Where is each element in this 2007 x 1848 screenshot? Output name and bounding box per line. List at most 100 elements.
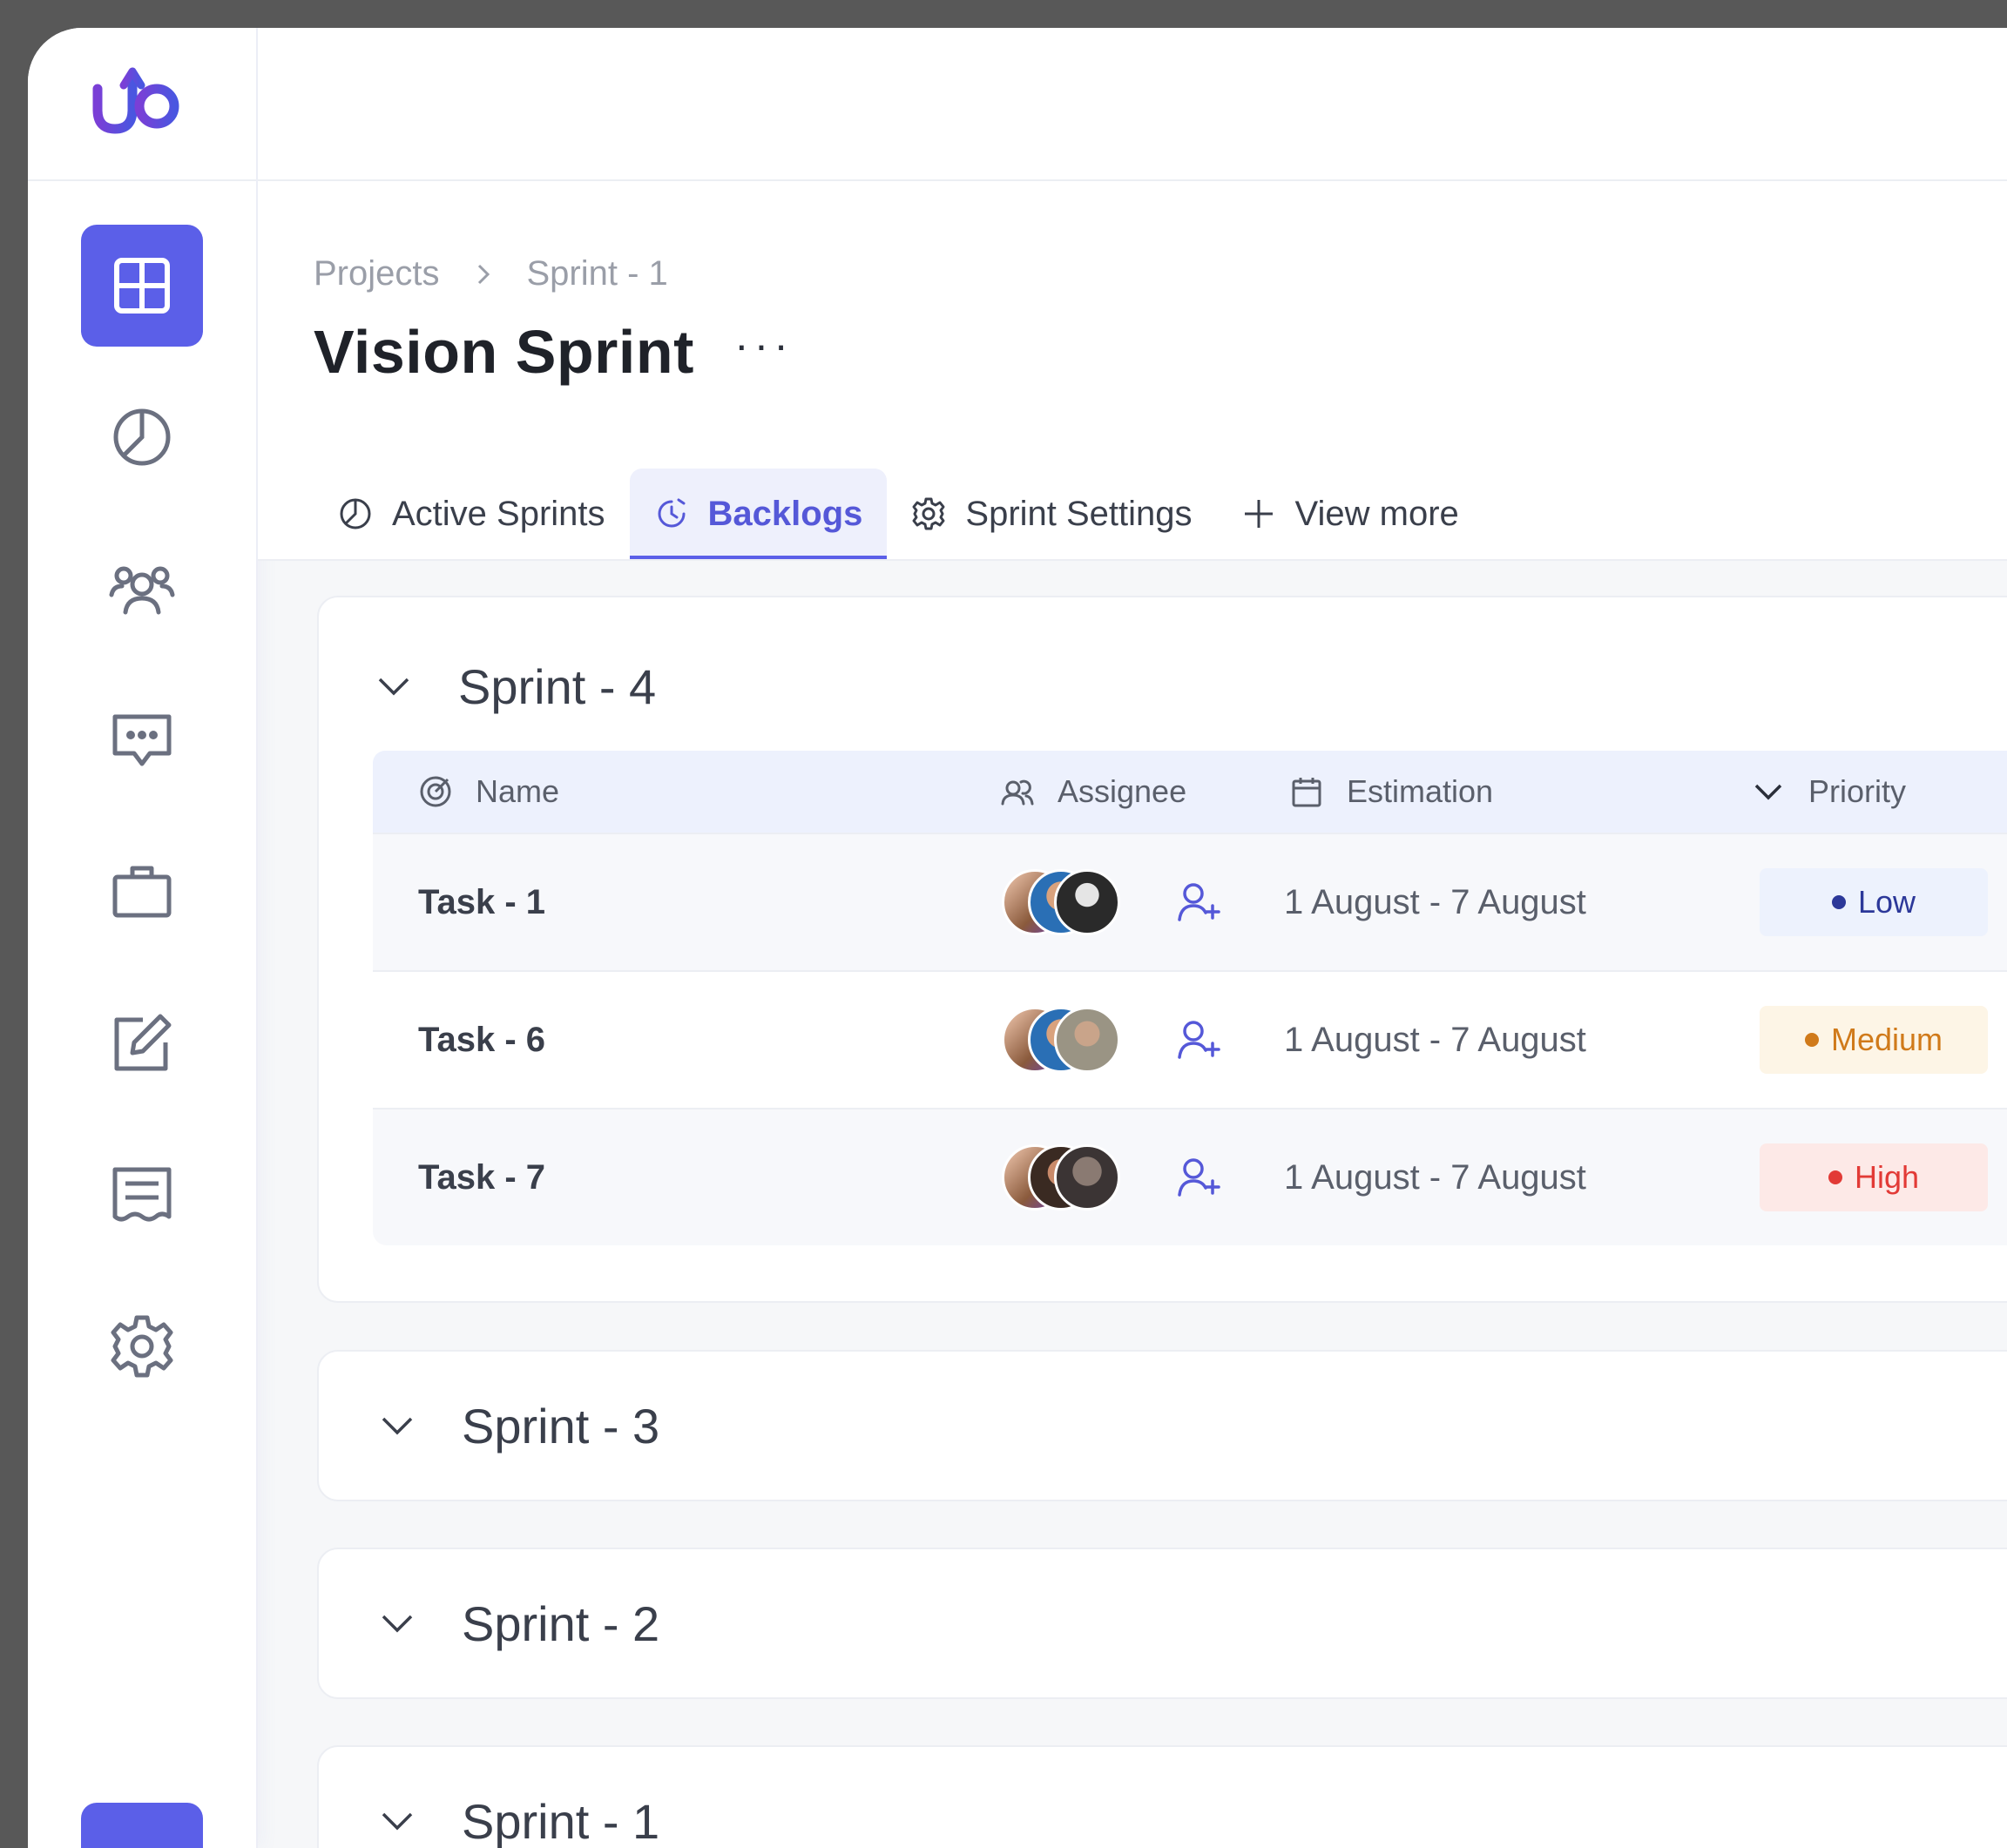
avatar	[1054, 1007, 1120, 1073]
up-logo	[92, 67, 179, 152]
briefcase-icon	[112, 866, 172, 918]
sprint-header[interactable]: Sprint - 2	[380, 1549, 659, 1697]
breadcrumb: Projects Sprint - 1	[314, 254, 668, 293]
sprint-card: Sprint - 3	[317, 1350, 2007, 1501]
users-icon	[109, 566, 175, 615]
column-estimation[interactable]: Estimation	[1289, 751, 1493, 833]
chevron-down-icon	[382, 1812, 413, 1831]
tab-sprint-settings[interactable]: Sprint Settings	[887, 469, 1216, 559]
sprint-header[interactable]: Sprint - 4	[376, 643, 656, 730]
estimation: 1 August - 7 August	[1284, 882, 1586, 921]
column-name[interactable]: Name	[418, 751, 559, 833]
tab-active-sprints[interactable]: Active Sprints	[314, 469, 630, 559]
column-label: Name	[476, 773, 560, 809]
task-name[interactable]: Task - 7	[418, 1109, 545, 1245]
priority-badge[interactable]: High	[1760, 1143, 1988, 1211]
add-assignee-button[interactable]	[1174, 972, 1223, 1108]
settings-icon	[111, 1315, 173, 1378]
sidebar-item-reports[interactable]	[81, 376, 203, 498]
sprint-title: Sprint - 1	[462, 1793, 660, 1848]
assignee-avatars[interactable]	[1002, 834, 1124, 970]
estimation: 1 August - 7 August	[1284, 1020, 1586, 1059]
tab-label: View more	[1294, 494, 1459, 533]
column-assignee[interactable]: Assignee	[1000, 751, 1186, 833]
column-label: Priority	[1808, 773, 1907, 809]
priority-badge[interactable]: Low	[1760, 868, 1988, 936]
add-assignee-button[interactable]	[1174, 1109, 1223, 1245]
sprint-card: Sprint - 4 Name Assignee Estimation Prio…	[317, 596, 2007, 1303]
tab-bar: Active Sprints Backlogs Sprint Settings	[314, 469, 1483, 559]
dot-icon	[1804, 1033, 1819, 1047]
sidebar-item-team[interactable]	[81, 528, 203, 650]
tab-label: Backlogs	[707, 494, 863, 533]
target-icon	[420, 776, 451, 807]
task-table: Name Assignee Estimation Priority Task -…	[373, 751, 2007, 1245]
more-options-button[interactable]: ···	[734, 320, 794, 370]
sidebar-item-settings[interactable]	[81, 1285, 203, 1407]
user-plus-icon	[1178, 1158, 1220, 1197]
sprint-card: Sprint - 1	[317, 1745, 2007, 1848]
priority-label: High	[1854, 1159, 1920, 1195]
priority-badge[interactable]: Medium	[1760, 1006, 1988, 1074]
user-plus-icon	[1178, 1021, 1220, 1059]
priority-cell[interactable]: High	[1760, 1109, 1988, 1245]
gear-icon	[912, 497, 945, 530]
tab-label: Active Sprints	[392, 494, 605, 533]
add-assignee-button[interactable]	[1174, 834, 1223, 970]
sprint-title: Sprint - 3	[462, 1398, 660, 1453]
clock-icon	[658, 498, 686, 528]
assignee-avatars[interactable]	[1002, 1109, 1124, 1245]
table-header: Name Assignee Estimation Priority	[373, 751, 2007, 833]
tab-backlogs[interactable]: Backlogs	[629, 469, 888, 559]
edit-icon	[114, 1014, 172, 1071]
top-bar	[258, 28, 2007, 181]
tab-view-more[interactable]: View more	[1217, 469, 1483, 559]
plus-icon	[1244, 500, 1273, 528]
pie-chart-icon	[340, 498, 371, 529]
assignee-avatars[interactable]	[1002, 972, 1124, 1108]
breadcrumb-current[interactable]: Sprint - 1	[527, 254, 668, 293]
chevron-down-icon	[1754, 784, 1782, 800]
column-label: Assignee	[1058, 773, 1187, 809]
table-row[interactable]: Task - 6 1 August - 7 August Medium	[373, 970, 2007, 1108]
receipt-icon	[112, 1167, 172, 1222]
chevron-right-icon	[471, 262, 496, 287]
column-priority[interactable]: Priority	[1751, 751, 1906, 833]
breadcrumb-projects[interactable]: Projects	[314, 254, 440, 293]
sidebar-item-messages[interactable]	[81, 679, 203, 801]
sidebar-item-notes[interactable]	[81, 982, 203, 1104]
chat-icon	[112, 714, 172, 766]
app-window: Projects Sprint - 1 Vision Sprint ··· Ac…	[28, 28, 2007, 1848]
sprint-header[interactable]: Sprint - 3	[380, 1352, 659, 1500]
table-row[interactable]: Task - 1 1 August - 7 August Low	[373, 833, 2007, 970]
sprint-header[interactable]: Sprint - 1	[380, 1747, 659, 1848]
priority-cell[interactable]: Medium	[1760, 972, 1988, 1108]
sidebar-bottom-button[interactable]	[81, 1803, 203, 1848]
column-label: Estimation	[1347, 773, 1494, 809]
user-plus-icon	[1178, 883, 1220, 921]
table-row[interactable]: Task - 7 1 August - 7 August High	[373, 1108, 2007, 1245]
avatar	[1054, 1144, 1120, 1211]
task-name[interactable]: Task - 6	[418, 972, 545, 1108]
dot-icon	[1828, 1170, 1842, 1184]
page-title: Vision Sprint	[314, 318, 694, 386]
sidebar-item-invoices[interactable]	[81, 1134, 203, 1256]
sidebar-item-dashboard[interactable]	[81, 225, 203, 347]
grid-icon	[114, 258, 170, 314]
priority-label: Low	[1857, 884, 1916, 920]
estimation: 1 August - 7 August	[1284, 1157, 1586, 1197]
sprint-title: Sprint - 2	[462, 1595, 660, 1651]
sidebar-item-projects[interactable]	[81, 831, 203, 953]
chevron-down-icon	[382, 1417, 413, 1435]
avatar	[1054, 869, 1120, 935]
calendar-icon	[1292, 778, 1321, 807]
pie-chart-icon	[113, 408, 171, 466]
task-name[interactable]: Task - 1	[418, 834, 545, 970]
sidebar	[28, 28, 258, 1848]
priority-cell[interactable]: Low	[1760, 834, 1988, 970]
priority-label: Medium	[1830, 1022, 1943, 1057]
sprint-title: Sprint - 4	[458, 658, 657, 714]
logo-area	[28, 28, 256, 181]
page-header: Projects Sprint - 1 Vision Sprint ··· Ac…	[258, 181, 2007, 561]
chevron-down-icon	[378, 678, 409, 696]
